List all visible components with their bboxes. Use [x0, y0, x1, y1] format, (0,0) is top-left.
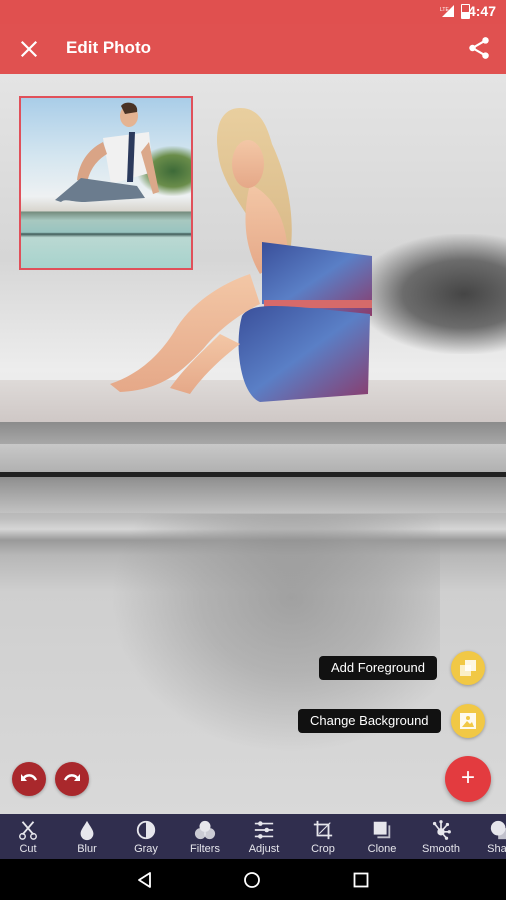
clock: 4:47 — [467, 3, 496, 19]
crop-icon — [313, 820, 333, 840]
recents-icon[interactable] — [352, 871, 370, 889]
deck-lower — [0, 477, 506, 513]
tool-label: Smooth — [422, 843, 460, 855]
tool-label: Blur — [77, 843, 97, 855]
tool-gray[interactable]: Gray — [117, 814, 175, 859]
redo-button[interactable] — [55, 762, 89, 796]
clone-icon — [373, 821, 391, 839]
add-foreground-button[interactable] — [451, 651, 485, 685]
undo-button[interactable] — [12, 762, 46, 796]
redo-icon — [63, 774, 80, 781]
change-background-button[interactable] — [451, 704, 485, 738]
smooth-icon — [432, 820, 451, 840]
deck-edge — [0, 422, 506, 444]
back-icon[interactable] — [136, 871, 154, 889]
tool-crop[interactable]: Crop — [294, 814, 352, 859]
filters-icon — [194, 820, 216, 840]
tool-label: Cut — [19, 843, 37, 855]
photo-canvas[interactable]: Add Foreground Change Background — [0, 74, 506, 814]
home-icon[interactable] — [243, 871, 261, 889]
tool-cut[interactable]: Cut — [0, 814, 57, 859]
tool-blur[interactable]: Blur — [58, 814, 116, 859]
tool-adjust[interactable]: Adjust — [235, 814, 293, 859]
tool-shadow[interactable]: Shad — [471, 814, 506, 859]
close-icon[interactable] — [16, 36, 42, 62]
tool-label: Crop — [311, 843, 335, 855]
page-title: Edit Photo — [66, 38, 151, 57]
shadow-icon — [490, 820, 506, 840]
deck-front — [0, 444, 506, 472]
network-label: LTE — [440, 7, 449, 13]
tool-label: Clone — [367, 843, 397, 855]
contrast-icon — [136, 820, 156, 840]
thumbnail-person — [55, 102, 159, 202]
add-fab-button[interactable]: + — [445, 756, 491, 802]
undo-icon — [21, 774, 38, 781]
tool-label: Gray — [134, 843, 158, 855]
tool-label: Shad — [487, 843, 506, 855]
change-background-label[interactable]: Change Background — [298, 709, 441, 733]
share-icon[interactable] — [466, 35, 492, 61]
foreground-image-thumbnail[interactable] — [19, 96, 193, 270]
tool-filters[interactable]: Filters — [176, 814, 234, 859]
status-bar: LTE 4:47 — [0, 0, 506, 24]
tool-label: Adjust — [248, 843, 280, 855]
add-foreground-label[interactable]: Add Foreground — [319, 656, 437, 680]
app-bar: Edit Photo — [0, 24, 506, 74]
sliders-icon — [254, 821, 274, 839]
layers-icon — [460, 660, 476, 676]
scissors-icon — [19, 821, 37, 840]
tool-clone[interactable]: Clone — [353, 814, 411, 859]
tools-toolbar: Cut Blur Gray Filters Adjust Crop Clone … — [0, 814, 506, 859]
tool-smooth[interactable]: Smooth — [412, 814, 470, 859]
tool-label: Filters — [190, 843, 220, 855]
drop-icon — [80, 820, 94, 841]
system-nav-bar — [0, 859, 506, 900]
image-icon — [460, 713, 476, 729]
lte-signal-icon: LTE — [440, 5, 454, 17]
